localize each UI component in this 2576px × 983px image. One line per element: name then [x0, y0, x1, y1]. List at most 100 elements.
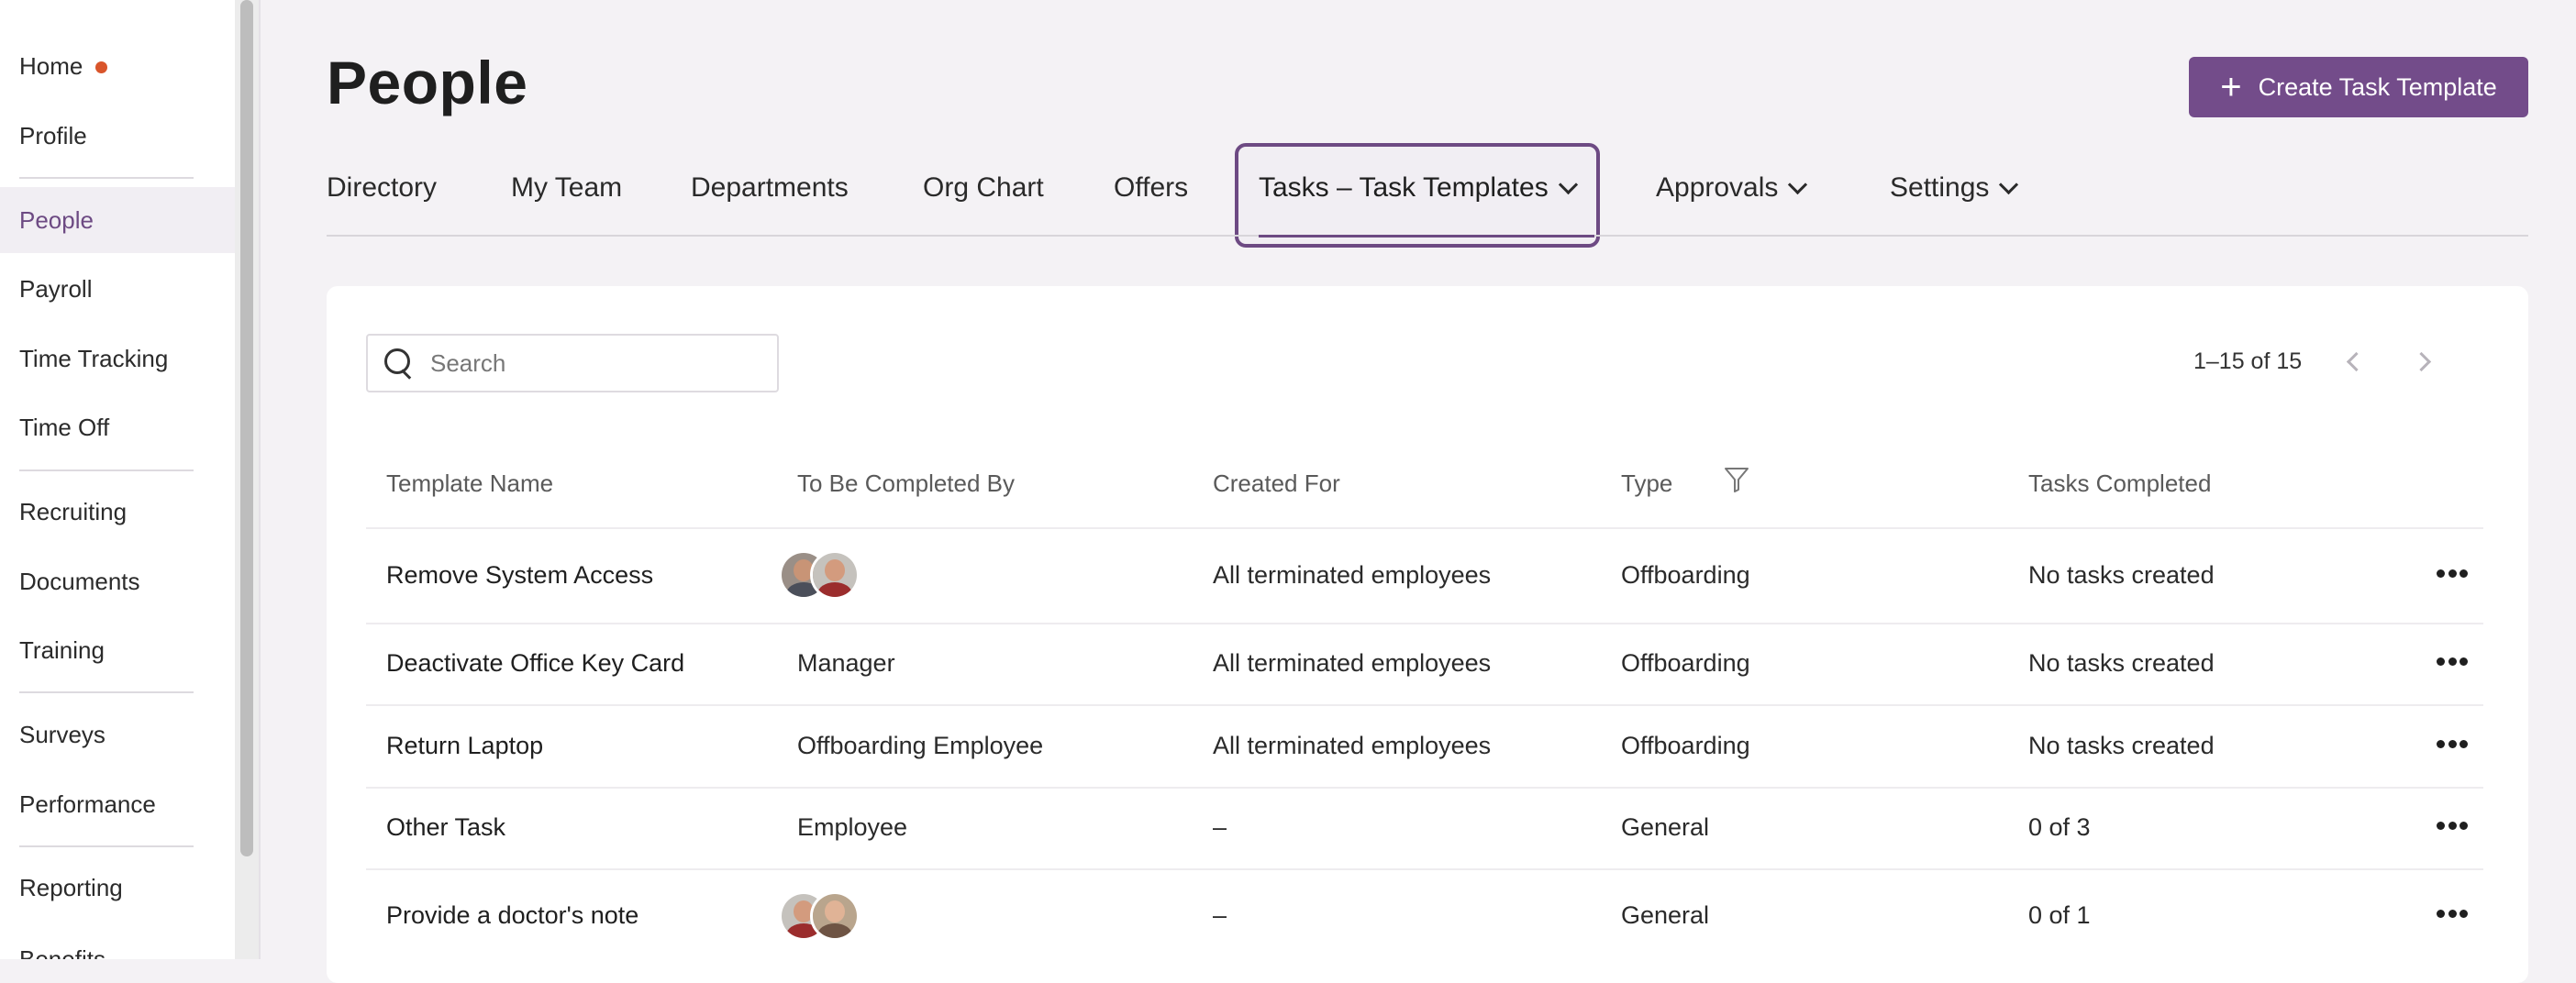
- sidebar-item-label: Home: [19, 51, 83, 80]
- sidebar-item-label: Surveys: [19, 720, 105, 748]
- template-name[interactable]: Deactivate Office Key Card: [386, 649, 684, 678]
- row-divider: [366, 623, 2483, 624]
- template-type: Offboarding: [1621, 732, 1750, 759]
- template-name[interactable]: Remove System Access: [386, 561, 653, 590]
- sidebar-item-label: Recruiting: [19, 497, 128, 525]
- search-icon: [383, 347, 416, 380]
- created-for: All terminated employees: [1213, 561, 1492, 589]
- sidebar-divider: [19, 177, 194, 179]
- sidebar-edge: [259, 0, 261, 959]
- row-divider: [366, 868, 2483, 870]
- tab-departments[interactable]: Departments: [691, 172, 849, 204]
- more-options-icon[interactable]: [2437, 910, 2468, 921]
- completed-by: Manager: [797, 649, 895, 677]
- tab-label: Directory: [327, 172, 438, 203]
- sidebar-item-time-tracking[interactable]: Time Tracking: [0, 326, 235, 392]
- sidebar-item-surveys[interactable]: Surveys: [0, 701, 235, 768]
- sidebar: Home Profile People Payroll Time Trackin…: [0, 0, 236, 959]
- chevron-down-icon: [1788, 174, 1808, 194]
- tab-label: Org Chart: [923, 172, 1044, 203]
- created-for: All terminated employees: [1213, 649, 1492, 677]
- page-title: People: [327, 49, 528, 116]
- plus-icon: +: [2220, 67, 2242, 107]
- tab-offers[interactable]: Offers: [1114, 172, 1188, 204]
- created-for: All terminated employees: [1213, 732, 1492, 759]
- sidebar-item-documents[interactable]: Documents: [0, 548, 235, 614]
- pagination-text: 1–15 of 15: [2193, 348, 2303, 374]
- search-box[interactable]: [366, 334, 779, 392]
- more-options-icon[interactable]: [2437, 657, 2468, 668]
- tab-tasks-task-templates[interactable]: Tasks – Task Templates: [1259, 172, 1578, 204]
- assignee-avatars: [779, 891, 861, 941]
- column-header-template-name[interactable]: Template Name: [386, 469, 553, 498]
- completed-by: Employee: [797, 813, 908, 841]
- tasks-completed: No tasks created: [2028, 561, 2215, 589]
- sidebar-item-label: Time Tracking: [19, 344, 169, 372]
- tab-approvals[interactable]: Approvals: [1656, 172, 1808, 204]
- template-name[interactable]: Other Task: [386, 813, 505, 842]
- more-options-icon[interactable]: [2437, 740, 2468, 751]
- more-options-icon[interactable]: [2437, 569, 2468, 580]
- create-button-label: Create Task Template: [2258, 72, 2497, 101]
- sidebar-item-training[interactable]: Training: [0, 617, 235, 683]
- sidebar-item-performance[interactable]: Performance: [0, 771, 235, 837]
- column-header-completed-by[interactable]: To Be Completed By: [797, 469, 1015, 498]
- column-header-created-for[interactable]: Created For: [1213, 469, 1340, 498]
- sidebar-item-label: Profile: [19, 121, 87, 149]
- tab-directory[interactable]: Directory: [327, 172, 437, 204]
- more-options-icon[interactable]: [2437, 822, 2468, 833]
- sidebar-item-label: Documents: [19, 567, 140, 595]
- sidebar-divider: [19, 469, 194, 471]
- tab-label: My Team: [511, 172, 623, 203]
- template-name[interactable]: Provide a doctor's note: [386, 901, 638, 930]
- avatar: [810, 550, 860, 600]
- template-name[interactable]: Return Laptop: [386, 732, 543, 760]
- sidebar-item-home[interactable]: Home: [0, 33, 235, 99]
- sidebar-item-label: Reporting: [19, 873, 123, 901]
- tasks-completed: No tasks created: [2028, 732, 2215, 759]
- sidebar-item-payroll[interactable]: Payroll: [0, 256, 235, 322]
- sidebar-item-label: Benefits: [19, 944, 105, 960]
- completed-by: Offboarding Employee: [797, 732, 1044, 759]
- chevron-down-icon: [1558, 174, 1578, 194]
- search-input[interactable]: [428, 348, 762, 379]
- template-type: Offboarding: [1621, 561, 1750, 589]
- filter-icon[interactable]: [1724, 466, 1749, 493]
- tab-settings[interactable]: Settings: [1890, 172, 2019, 204]
- notification-dot: [95, 61, 108, 73]
- column-header-tasks-completed[interactable]: Tasks Completed: [2028, 469, 2211, 498]
- tab-active-indicator: [1259, 235, 1594, 237]
- tab-label: Departments: [691, 172, 849, 203]
- tab-label: Tasks – Task Templates: [1259, 172, 1549, 203]
- sidebar-scrollbar-thumb[interactable]: [240, 0, 253, 856]
- sidebar-item-label: Payroll: [19, 274, 93, 303]
- template-type: General: [1621, 813, 1710, 841]
- sidebar-item-people[interactable]: People: [0, 187, 235, 253]
- sidebar-item-profile[interactable]: Profile: [0, 103, 235, 169]
- sidebar-item-reporting[interactable]: Reporting: [0, 855, 235, 921]
- tasks-completed: 0 of 1: [2028, 901, 2091, 929]
- sidebar-divider: [19, 691, 194, 693]
- create-task-template-button[interactable]: + Create Task Template: [2189, 57, 2528, 117]
- sidebar-divider: [19, 845, 194, 847]
- assignee-avatars: [779, 550, 861, 600]
- tab-label: Approvals: [1656, 172, 1779, 203]
- sidebar-item-label: Training: [19, 635, 105, 664]
- sidebar-item-time-off[interactable]: Time Off: [0, 394, 235, 460]
- sidebar-item-label: Time Off: [19, 413, 110, 441]
- template-type: General: [1621, 901, 1710, 929]
- tasks-completed: 0 of 3: [2028, 813, 2091, 841]
- row-divider: [366, 704, 2483, 706]
- sidebar-item-benefits[interactable]: Benefits: [0, 926, 235, 960]
- created-for: –: [1213, 901, 1227, 929]
- tab-org-chart[interactable]: Org Chart: [923, 172, 1044, 204]
- tab-my-team[interactable]: My Team: [511, 172, 622, 204]
- tasks-completed: No tasks created: [2028, 649, 2215, 677]
- avatar: [810, 891, 860, 941]
- sidebar-item-recruiting[interactable]: Recruiting: [0, 479, 235, 545]
- row-divider: [366, 527, 2483, 529]
- sidebar-item-label: People: [19, 205, 94, 234]
- row-divider: [366, 787, 2483, 789]
- column-header-type[interactable]: Type: [1621, 469, 1672, 498]
- created-for: –: [1213, 813, 1227, 841]
